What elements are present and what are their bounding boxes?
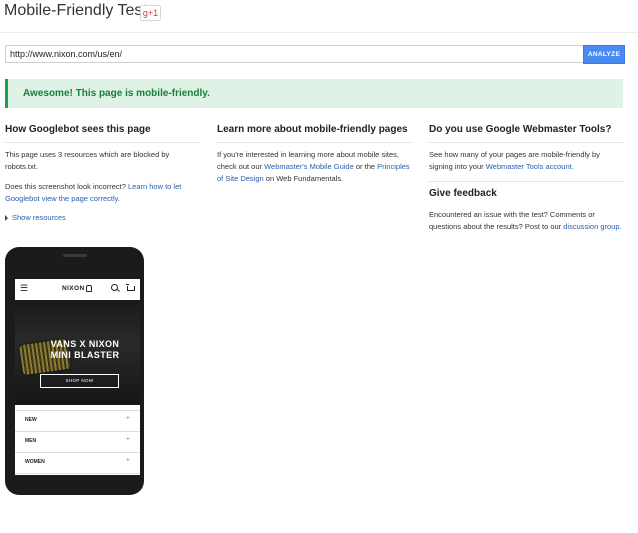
mobile-guide-link[interactable]: Webmaster's Mobile Guide bbox=[264, 162, 354, 171]
webmaster-tools-heading: Do you use Google Webmaster Tools? bbox=[429, 124, 612, 135]
google-plus-button[interactable]: g+1 bbox=[140, 5, 161, 21]
plus-icon: + bbox=[125, 457, 130, 464]
phone-screen: ☰ NIXON VANS X NIXON MINI BLASTER SHOP N… bbox=[15, 279, 140, 475]
menu-item-men: MEN + bbox=[15, 431, 140, 453]
logo-mark-icon bbox=[85, 285, 92, 292]
learn-more-suffix: on Web Fundamentals. bbox=[263, 174, 344, 183]
column-divider bbox=[217, 142, 413, 143]
plus-icon: + bbox=[125, 415, 130, 422]
learn-more-conjunction: or the bbox=[353, 162, 378, 171]
menu-item-label: NEW bbox=[25, 417, 37, 423]
column-divider bbox=[429, 142, 625, 143]
hero-title-line2: MINI BLASTER bbox=[50, 350, 120, 360]
cart-icon bbox=[126, 284, 135, 291]
show-resources-toggle[interactable]: Show resources bbox=[5, 213, 201, 222]
feedback-text: Encountered an issue with the test? Comm… bbox=[429, 209, 625, 233]
webmaster-tools-link[interactable]: Webmaster Tools account. bbox=[486, 162, 574, 171]
result-banner: Awesome! This page is mobile-friendly. bbox=[5, 79, 623, 108]
learn-more-column: Learn more about mobile-friendly pages I… bbox=[217, 124, 413, 193]
screenshot-question: Does this screenshot look incorrect? bbox=[5, 182, 128, 191]
hamburger-menu-icon: ☰ bbox=[20, 283, 29, 293]
menu-item-new: NEW + bbox=[15, 410, 140, 432]
header-divider bbox=[0, 32, 638, 33]
screenshot-help-text: Does this screenshot look incorrect? Lea… bbox=[5, 181, 201, 205]
search-icon bbox=[111, 284, 118, 291]
webmaster-tools-text: See how many of your pages are mobile-fr… bbox=[429, 149, 625, 173]
phone-screenshot: ☰ NIXON VANS X NIXON MINI BLASTER SHOP N… bbox=[5, 247, 144, 495]
hero-title: VANS X NIXON MINI BLASTER bbox=[35, 339, 135, 361]
expand-triangle-icon bbox=[5, 215, 8, 222]
result-message: Awesome! This page is mobile-friendly. bbox=[23, 88, 210, 99]
site-menu: NEW + MEN + WOMEN + bbox=[15, 410, 140, 474]
url-input[interactable] bbox=[5, 45, 587, 63]
discussion-group-link[interactable]: discussion group. bbox=[563, 222, 621, 231]
learn-more-text: If you're interested in learning more ab… bbox=[217, 149, 413, 185]
analyze-button[interactable]: ANALYZE bbox=[583, 45, 625, 64]
page-title: Mobile-Friendly Test bbox=[4, 2, 147, 19]
hero-title-line1: VANS X NIXON bbox=[50, 339, 120, 349]
shop-now-button: SHOP NOW bbox=[40, 374, 119, 388]
googlebot-heading: How Googlebot sees this page bbox=[5, 124, 151, 135]
blocked-resources-text: This page uses 3 resources which are blo… bbox=[5, 150, 170, 171]
feedback-heading: Give feedback bbox=[429, 188, 497, 199]
googlebot-column: How Googlebot sees this page This page u… bbox=[5, 124, 201, 222]
menu-item-label: MEN bbox=[25, 438, 37, 444]
webmaster-tools-column: Do you use Google Webmaster Tools? See h… bbox=[429, 124, 625, 241]
menu-item-label: WOMEN bbox=[25, 459, 45, 465]
column-divider bbox=[5, 142, 201, 143]
hero-banner: VANS X NIXON MINI BLASTER SHOP NOW bbox=[15, 300, 140, 405]
site-logo: NIXON bbox=[62, 285, 92, 292]
show-resources-label: Show resources bbox=[12, 213, 66, 222]
learn-more-heading: Learn more about mobile-friendly pages bbox=[217, 124, 408, 135]
menu-item-women: WOMEN + bbox=[15, 452, 140, 474]
site-navbar: ☰ NIXON bbox=[15, 279, 140, 301]
logo-text: NIXON bbox=[62, 285, 85, 293]
column-divider bbox=[429, 181, 625, 182]
plus-icon: + bbox=[125, 436, 130, 443]
phone-speaker bbox=[63, 254, 87, 257]
